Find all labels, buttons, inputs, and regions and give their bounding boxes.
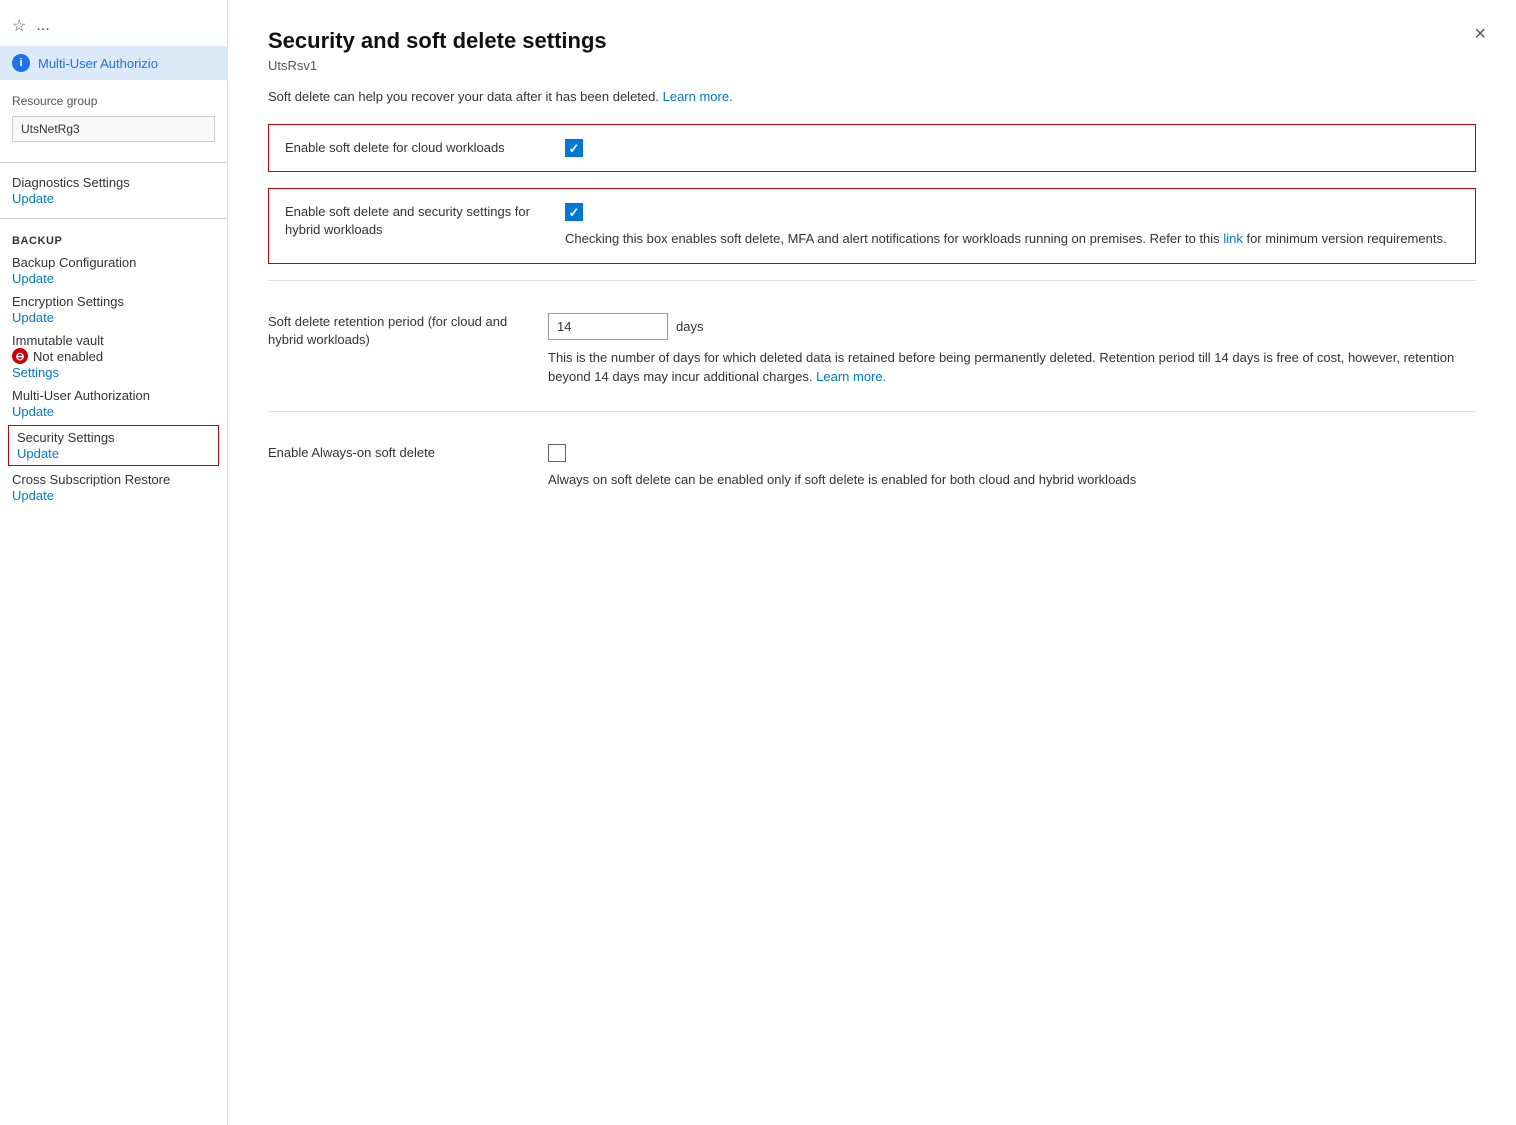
retention-period-row: Soft delete retention period (for cloud … [268, 297, 1476, 403]
hybrid-link[interactable]: link [1223, 231, 1243, 246]
hybrid-workloads-control: ✓ Checking this box enables soft delete,… [565, 203, 1459, 249]
hybrid-workloads-checkbox[interactable]: ✓ [565, 203, 583, 221]
learn-more-retention-link[interactable]: Learn more. [816, 369, 886, 384]
immutable-vault-label: Immutable vault [12, 333, 215, 348]
not-enabled-icon: ⊖ [12, 348, 28, 364]
section-divider-2 [268, 411, 1476, 412]
not-enabled-text: Not enabled [33, 349, 103, 364]
hybrid-workloads-label: Enable soft delete and security settings… [285, 203, 565, 239]
retention-days-input[interactable] [548, 313, 668, 340]
always-on-checkbox[interactable] [548, 444, 566, 462]
cloud-workloads-checkbox[interactable]: ✓ [565, 139, 583, 157]
encryption-label: Encryption Settings [12, 294, 215, 309]
multi-user-auth-update-link[interactable]: Update [12, 403, 54, 419]
panel-title: Security and soft delete settings [268, 28, 1476, 54]
diagnostics-update-link[interactable]: Update [12, 190, 54, 206]
banner-text: Multi-User Authorizio [38, 56, 158, 71]
always-on-description: Always on soft delete can be enabled onl… [548, 470, 1476, 490]
multi-user-auth-item: Multi-User Authorization Update [0, 384, 227, 423]
section-divider-1 [268, 280, 1476, 281]
checkmark-icon: ✓ [569, 142, 580, 155]
encryption-update-link[interactable]: Update [12, 309, 54, 325]
backup-configuration-item: Backup Configuration Update [0, 251, 227, 290]
diagnostics-label: Diagnostics Settings [12, 175, 215, 190]
backup-config-update-link[interactable]: Update [12, 270, 54, 286]
panel-subtitle: UtsRsv1 [268, 58, 1476, 73]
cloud-workloads-control: ✓ [565, 139, 1459, 157]
cloud-workloads-row: Enable soft delete for cloud workloads ✓ [268, 124, 1476, 172]
immutable-settings-link[interactable]: Settings [12, 364, 59, 380]
info-icon: i [12, 54, 30, 72]
retention-period-label: Soft delete retention period (for cloud … [268, 313, 548, 349]
close-button[interactable]: × [1474, 24, 1486, 44]
diagnostics-settings-item: Diagnostics Settings Update [0, 171, 227, 210]
always-on-control: Always on soft delete can be enabled onl… [548, 444, 1476, 490]
encryption-settings-item: Encryption Settings Update [0, 290, 227, 329]
retention-period-description: This is the number of days for which del… [548, 348, 1476, 387]
immutable-status: ⊖ Not enabled [12, 348, 215, 364]
main-panel: × Security and soft delete settings UtsR… [228, 0, 1516, 1125]
security-settings-item: Security Settings Update [8, 425, 219, 466]
backup-config-label: Backup Configuration [12, 255, 215, 270]
cloud-workloads-label: Enable soft delete for cloud workloads [285, 139, 565, 157]
checkmark-icon-2: ✓ [569, 206, 580, 219]
star-icon[interactable]: ☆ [12, 16, 26, 36]
sidebar-top-bar: ☆ ... [0, 10, 227, 46]
cross-subscription-item: Cross Subscription Restore Update [0, 468, 227, 507]
more-options-icon[interactable]: ... [36, 17, 49, 35]
hybrid-workloads-description: Checking this box enables soft delete, M… [565, 229, 1459, 249]
multi-user-auth-label: Multi-User Authorization [12, 388, 215, 403]
always-on-label: Enable Always-on soft delete [268, 444, 548, 462]
intro-description: Soft delete can help you recover your da… [268, 89, 1476, 104]
immutable-vault-item: Immutable vault ⊖ Not enabled Settings [0, 329, 227, 384]
sidebar-banner[interactable]: i Multi-User Authorizio [0, 46, 227, 80]
always-on-row: Enable Always-on soft delete Always on s… [268, 428, 1476, 506]
resource-group-value: UtsNetRg3 [12, 116, 215, 142]
cross-subscription-label: Cross Subscription Restore [12, 472, 215, 487]
days-suffix: days [676, 319, 703, 334]
security-settings-update-link[interactable]: Update [17, 445, 59, 461]
security-settings-label: Security Settings [17, 430, 210, 445]
learn-more-intro-link[interactable]: Learn more. [663, 89, 733, 104]
resource-group-label: Resource group [0, 90, 227, 112]
sidebar: ☆ ... i Multi-User Authorizio Resource g… [0, 0, 228, 1125]
cross-subscription-update-link[interactable]: Update [12, 487, 54, 503]
retention-period-control: days This is the number of days for whic… [548, 313, 1476, 387]
hybrid-workloads-row: Enable soft delete and security settings… [268, 188, 1476, 264]
backup-group-title: BACKUP [0, 227, 227, 251]
